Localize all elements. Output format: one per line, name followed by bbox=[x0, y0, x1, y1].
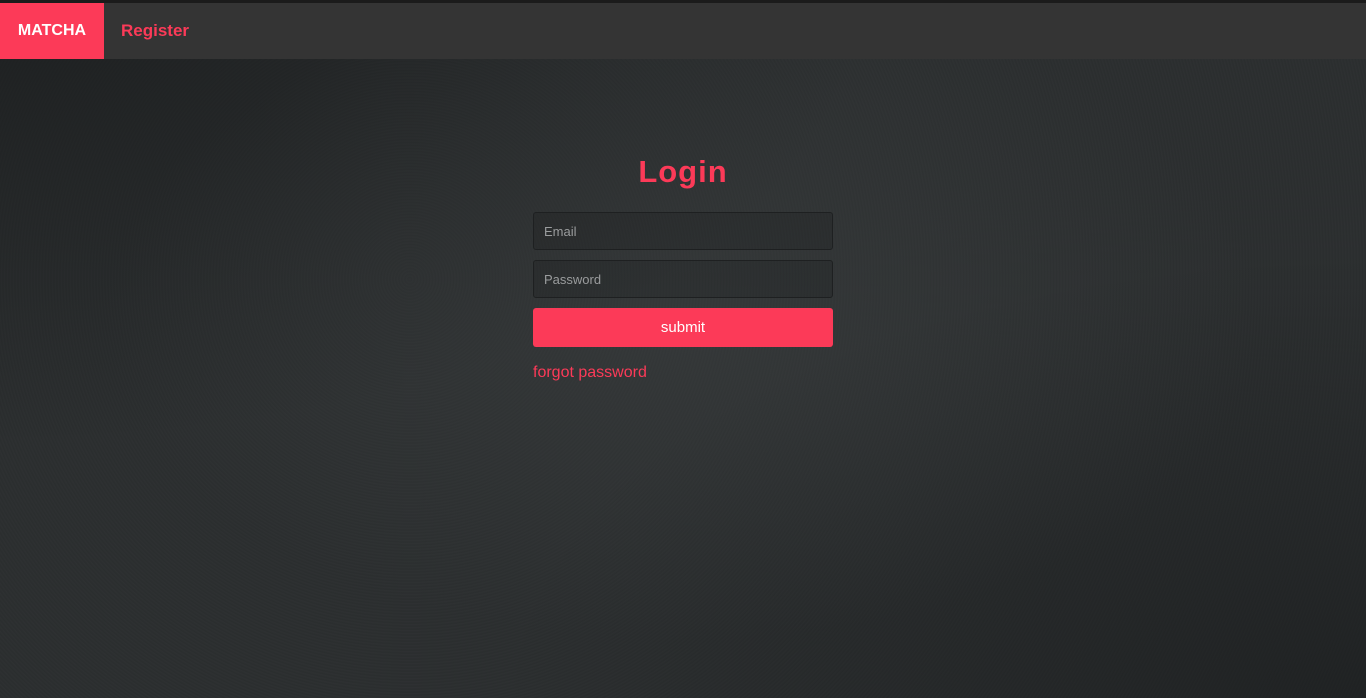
password-field[interactable] bbox=[533, 260, 833, 298]
submit-button[interactable]: submit bbox=[533, 308, 833, 347]
register-link[interactable]: Register bbox=[121, 21, 189, 41]
email-field[interactable] bbox=[533, 212, 833, 250]
forgot-password-link[interactable]: forgot password bbox=[533, 364, 647, 382]
login-form: Login submit forgot password bbox=[533, 150, 833, 382]
brand-logo-link[interactable]: MATCHA bbox=[0, 3, 104, 59]
navbar: MATCHA Register bbox=[0, 3, 1366, 59]
page-title: Login bbox=[638, 154, 728, 189]
